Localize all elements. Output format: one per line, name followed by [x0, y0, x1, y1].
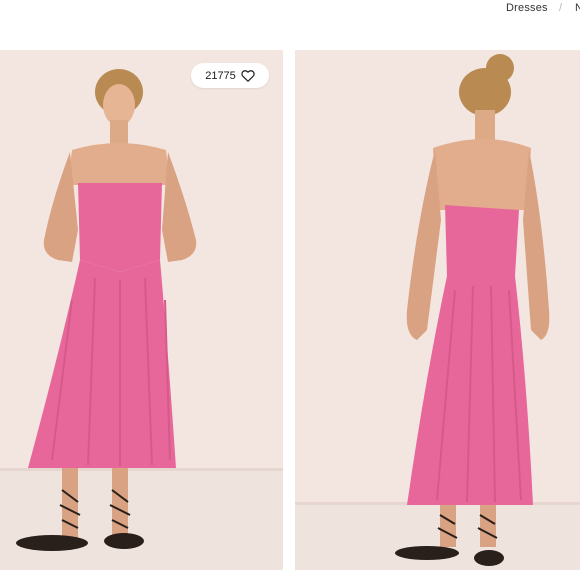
back-photo-illustration	[295, 50, 580, 570]
front-photo-illustration	[0, 50, 283, 570]
breadcrumb-dresses-link[interactable]: Dresses	[506, 2, 548, 14]
breadcrumb-separator: /	[559, 2, 563, 14]
product-photo-back[interactable]	[295, 50, 580, 570]
heart-icon	[241, 69, 255, 83]
like-count: 21775	[205, 69, 236, 82]
like-button[interactable]: 21775	[191, 63, 269, 88]
breadcrumb-next-link[interactable]: N	[575, 2, 580, 14]
product-photo-front[interactable]	[0, 50, 283, 570]
breadcrumb: Dresses / N	[0, 0, 580, 20]
